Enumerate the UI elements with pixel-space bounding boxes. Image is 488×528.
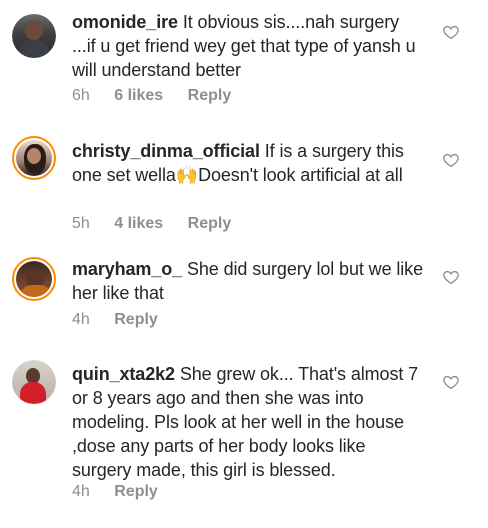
comment-time: 5h bbox=[72, 215, 90, 232]
comment-text: omonide_ire It obvious sis....nah surger… bbox=[72, 10, 424, 82]
comment-time: 4h bbox=[72, 483, 90, 500]
comment-meta: 4h Reply bbox=[72, 483, 178, 501]
comment-text: christy_dinma_official If is a surgery t… bbox=[72, 139, 424, 187]
avatar[interactable] bbox=[12, 14, 56, 58]
heart-outline-icon[interactable] bbox=[442, 373, 460, 391]
heart-outline-icon[interactable] bbox=[442, 151, 460, 169]
comment-username[interactable]: quin_xta2k2 bbox=[72, 364, 175, 384]
comment-meta: 4h Reply bbox=[72, 311, 178, 329]
reply-button[interactable]: Reply bbox=[188, 215, 232, 232]
reply-button[interactable]: Reply bbox=[114, 483, 158, 500]
comment-time: 4h bbox=[72, 311, 90, 328]
heart-outline-icon[interactable] bbox=[442, 23, 460, 41]
avatar[interactable] bbox=[12, 257, 56, 301]
reply-button[interactable]: Reply bbox=[114, 311, 158, 328]
likes-count[interactable]: 4 likes bbox=[114, 215, 163, 232]
comment-meta: 5h 4 likes Reply bbox=[72, 215, 251, 233]
avatar[interactable] bbox=[12, 360, 56, 404]
comment-meta: 6h 6 likes Reply bbox=[72, 87, 251, 105]
comment-username[interactable]: maryham_o_ bbox=[72, 259, 182, 279]
comment-username[interactable]: omonide_ire bbox=[72, 12, 178, 32]
comment-text: quin_xta2k2 She grew ok... That's almost… bbox=[72, 362, 424, 482]
comment-time: 6h bbox=[72, 87, 90, 104]
likes-count[interactable]: 6 likes bbox=[114, 87, 163, 104]
heart-outline-icon[interactable] bbox=[442, 268, 460, 286]
comment-username[interactable]: christy_dinma_official bbox=[72, 141, 260, 161]
comment-text: maryham_o_ She did surgery lol but we li… bbox=[72, 257, 424, 305]
reply-button[interactable]: Reply bbox=[188, 87, 232, 104]
avatar[interactable] bbox=[12, 136, 56, 180]
